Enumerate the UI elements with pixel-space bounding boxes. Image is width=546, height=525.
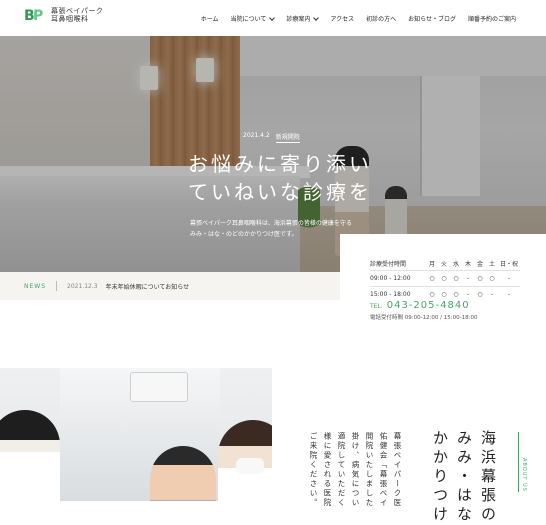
about-body-line: 幕張ベイパーク医 [393,432,402,508]
news-bar[interactable]: NEWS 2021.12.3 年末年始休暇についてお知らせ [0,272,340,300]
hours-mark: - [498,269,520,286]
news-date: 2021.12.3 [67,282,98,290]
hours-row-morning: 09:00 - 12:00 ○ ○ ○ - ○ ○ - [370,269,520,286]
tel-number[interactable]: 043-205-4840 [387,300,470,311]
about-heading-line1: 海浜幕張の [479,430,497,525]
hero-title-line2: ていねいな診療を [188,180,372,204]
hours-mark: ○ [474,285,486,302]
day-thu: 木 [464,261,471,269]
nav-access[interactable]: アクセス [330,14,354,23]
chevron-down-icon [269,14,276,21]
hours-mark: - [498,285,520,302]
tel-hours: 電話受付時間 09:00-12:00 / 15:00-18:00 [370,315,478,321]
hours-mark: ○ [450,269,462,286]
hours-mark: - [486,285,498,302]
about-body-line: 佑健会「幕張ベイ [379,432,388,508]
about-photo [0,368,272,501]
hero-date-line: 2021.4.2 新規開院 [243,132,300,143]
day-sun-holiday: 日・祝 [499,261,518,269]
hours-mark: ○ [438,269,450,286]
chevron-down-icon [313,14,320,21]
hero-desc-line2: みみ・はな・のどのかかりつけ医です。 [190,231,298,238]
about-label: ABOUT US [521,458,527,492]
news-title-link[interactable]: 年末年始休暇についてお知らせ [106,282,190,291]
day-sat: 土 [488,261,495,269]
about-heading-line2: みみ・はな [455,430,473,525]
logo-line2: 耳鼻咽喉科 [51,15,89,23]
hours-mark: ○ [486,269,498,286]
day-wed: 水 [452,261,459,269]
about-heading-line3: かかりつけ [431,430,449,525]
main-nav: ホーム 当院について 診療案内 アクセス 初診の方へ お知らせ・ブログ 順番予約… [201,14,516,23]
tel-prefix: TEL. [370,303,383,310]
logo-mark: BP [24,8,44,24]
hero-date: 2021.4.2 [243,132,270,139]
hero-tag: 新規開院 [275,134,300,143]
hero-title-line1: お悩みに寄り添い [188,152,372,176]
about-body-line: 様に愛される医院 [323,432,332,508]
nav-about[interactable]: 当院について [231,14,276,23]
hours-mark: ○ [426,269,438,286]
about-label-line [518,432,519,492]
about-body-line: 適院していただく [337,432,346,508]
news-label: NEWS [24,282,47,290]
nav-medical[interactable]: 診療案内 [286,14,320,23]
day-tue: 火 [440,261,447,269]
nav-home[interactable]: ホーム [201,14,219,23]
nav-reservation[interactable]: 順番予約のご案内 [468,14,516,23]
day-fri: 金 [476,261,483,269]
phone-link[interactable]: TEL. 043-205-4840 [370,300,470,311]
about-body-line: 掛け、病気につい [351,432,360,508]
hours-panel: 診療受付時間 月 火 水 木 金 土 日・祝 09:00 - 12:00 ○ ○… [340,234,546,324]
hours-header-label: 診療受付時間 [370,261,407,269]
hours-mark: ○ [474,269,486,286]
site-header: BP 幕張ベイパーク 耳鼻咽喉科 ホーム 当院について 診療案内 アクセス 初診… [0,0,546,36]
day-mon: 月 [428,261,435,269]
about-body-line: 開院いたしました [365,432,374,508]
hours-mark: - [462,269,474,286]
about-body-line: ご来院ください。 [309,432,318,508]
news-divider [56,281,58,291]
hero-title: お悩みに寄り添い ていねいな診療を [188,150,372,206]
nav-first-visit[interactable]: 初診の方へ [366,14,396,23]
nav-news-blog[interactable]: お知らせ・ブログ [408,14,456,23]
hours-table: 診療受付時間 月 火 水 木 金 土 日・祝 09:00 - 12:00 ○ ○… [370,258,520,302]
hero-description: 幕張ベイパーク耳鼻咽喉科は、海浜幕張の皆様の健康を守る みみ・はな・のどのかかり… [190,218,352,240]
logo[interactable]: BP 幕張ベイパーク 耳鼻咽喉科 [24,8,103,24]
hero-desc-line1: 幕張ベイパーク耳鼻咽喉科は、海浜幕張の皆様の健康を守る [190,220,352,227]
hours-time: 09:00 - 12:00 [370,269,426,286]
